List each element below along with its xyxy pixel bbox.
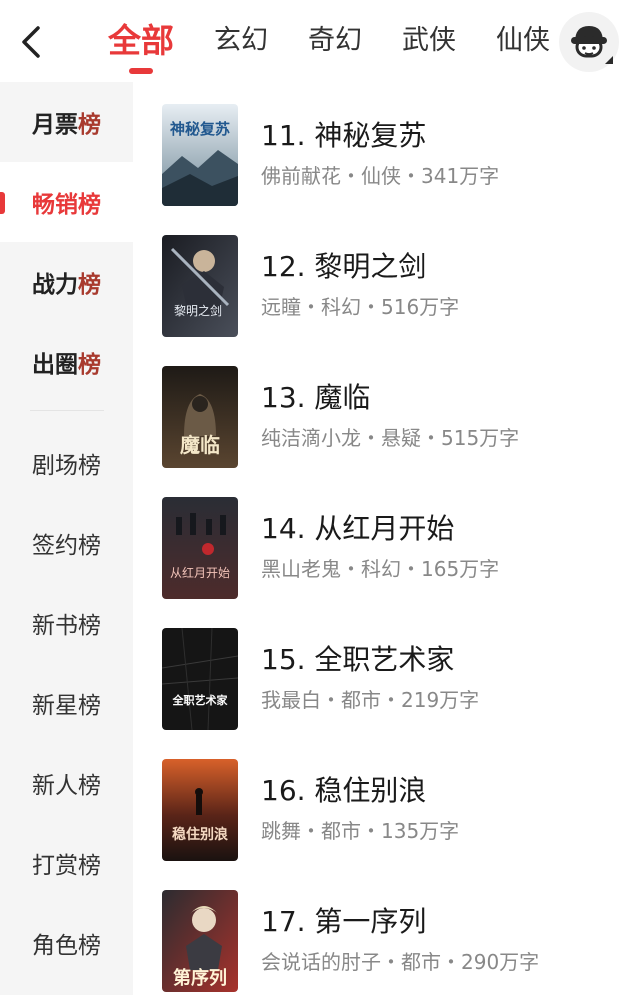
sidebar-item-suffix: 榜 (78, 272, 101, 298)
tab-xuanhuan[interactable]: 玄幻 (214, 0, 268, 82)
active-tab-indicator (129, 68, 153, 74)
user-avatar-icon (571, 26, 613, 64)
book-cover[interactable]: 全职艺术家 (162, 628, 238, 730)
book-title: 11. 神秘复苏 (261, 119, 427, 152)
book-list-item[interactable]: 神秘复苏 11. 神秘复苏 佛前献花・仙侠・341万字 (162, 104, 632, 206)
cover-title: 神秘复苏 (170, 120, 230, 138)
sidebar-item-signed[interactable]: 签约榜 (0, 503, 133, 583)
sidebar-item-suffix: 榜 (78, 192, 101, 218)
book-list-item[interactable]: 稳住别浪 16. 稳住别浪 跳舞・都市・135万字 (162, 759, 632, 861)
chevron-left-icon (22, 26, 40, 58)
sidebar-item-bestseller[interactable]: 畅销榜 (0, 162, 133, 242)
book-meta: 我最白・都市・219万字 (261, 688, 480, 712)
tab-all[interactable]: 全部 (108, 0, 174, 82)
book-list-item[interactable]: 第序列 17. 第一序列 会说话的肘子・都市・290万字 (162, 890, 632, 992)
book-cover[interactable]: 神秘复苏 (162, 104, 238, 206)
sidebar-item-suffix: 榜 (78, 112, 101, 138)
book-title: 15. 全职艺术家 (261, 643, 455, 676)
book-list-item[interactable]: 黎明之剑 12. 黎明之剑 远瞳・科幻・516万字 (162, 235, 632, 337)
book-meta: 纯洁滴小龙・悬疑・515万字 (261, 426, 520, 450)
cover-title: 从红月开始 (170, 565, 230, 580)
book-title: 17. 第一序列 (261, 905, 427, 938)
sidebar-item-suffix: 榜 (78, 352, 101, 378)
tab-qihuan-label: 奇幻 (308, 25, 362, 56)
sidebar-item-new-star[interactable]: 新星榜 (0, 663, 133, 743)
sidebar-item-label: 新书榜 (32, 613, 101, 639)
sidebar-item-label: 新星榜 (32, 693, 101, 719)
sidebar-item-monthly-ticket[interactable]: 月票榜 (0, 82, 133, 162)
book-meta: 黑山老鬼・科幻・165万字 (261, 557, 500, 581)
tab-xianxia[interactable]: 仙侠 (496, 0, 550, 82)
sidebar-item-newcomer[interactable]: 新人榜 (0, 743, 133, 823)
sidebar-item-label: 签约榜 (32, 533, 101, 559)
book-list-item[interactable]: 从红月开始 14. 从红月开始 黑山老鬼・科幻・165万字 (162, 497, 632, 599)
sidebar-item-new-book[interactable]: 新书榜 (0, 583, 133, 663)
sidebar-item-breakout[interactable]: 出圈榜 (0, 322, 133, 402)
sidebar-item-tips[interactable]: 打赏榜 (0, 823, 133, 903)
sidebar-item-label: 月票 (32, 112, 78, 138)
sidebar-item-label: 角色榜 (32, 933, 101, 959)
tab-wuxia[interactable]: 武侠 (402, 0, 456, 82)
book-meta: 跳舞・都市・135万字 (261, 819, 460, 843)
tab-all-label: 全部 (108, 21, 174, 60)
book-cover[interactable]: 从红月开始 (162, 497, 238, 599)
book-title: 16. 稳住别浪 (261, 774, 427, 807)
tab-xuanhuan-label: 玄幻 (214, 25, 268, 56)
book-cover[interactable]: 黎明之剑 (162, 235, 238, 337)
book-title: 13. 魔临 (261, 381, 371, 414)
sidebar-item-label: 打赏榜 (32, 853, 101, 879)
cover-title: 第序列 (173, 967, 227, 989)
book-title: 12. 黎明之剑 (261, 250, 427, 283)
tab-xianxia-label: 仙侠 (496, 25, 550, 56)
category-tabs: 全部 玄幻 奇幻 武侠 仙侠 (108, 0, 590, 82)
book-cover[interactable]: 稳住别浪 (162, 759, 238, 861)
tab-wuxia-label: 武侠 (402, 25, 456, 56)
back-button[interactable] (14, 22, 50, 62)
cover-title: 魔临 (180, 433, 220, 457)
book-list-item[interactable]: 魔临 13. 魔临 纯洁滴小龙・悬疑・515万字 (162, 366, 632, 468)
sidebar-item-theater[interactable]: 剧场榜 (0, 423, 133, 503)
ranking-sidebar: 月票榜 畅销榜 战力榜 出圈榜 剧场榜 签约榜 新书榜 新星榜 新人榜 打赏榜 … (0, 82, 133, 995)
cover-title: 稳住别浪 (172, 826, 228, 843)
sidebar-item-label: 战力 (32, 272, 78, 298)
sidebar-divider (30, 410, 104, 411)
cover-title: 全职艺术家 (172, 693, 229, 707)
book-list-item[interactable]: 全职艺术家 15. 全职艺术家 我最白・都市・219万字 (162, 628, 632, 730)
sidebar-item-label: 出圈 (32, 352, 78, 378)
active-item-indicator (0, 192, 5, 214)
sidebar-item-power[interactable]: 战力榜 (0, 242, 133, 322)
sidebar-item-label: 剧场榜 (32, 453, 101, 479)
tab-qihuan[interactable]: 奇幻 (308, 0, 362, 82)
cover-title: 黎明之剑 (174, 303, 222, 318)
book-cover[interactable]: 魔临 (162, 366, 238, 468)
top-bar: 全部 玄幻 奇幻 武侠 仙侠 (0, 0, 640, 82)
user-avatar-button[interactable] (559, 12, 619, 72)
book-meta: 会说话的肘子・都市・290万字 (261, 950, 540, 974)
sidebar-item-label: 畅销 (32, 192, 78, 218)
book-title: 14. 从红月开始 (261, 512, 455, 545)
sidebar-item-character[interactable]: 角色榜 (0, 903, 133, 983)
book-meta: 远瞳・科幻・516万字 (261, 295, 460, 319)
book-meta: 佛前献花・仙侠・341万字 (261, 164, 500, 188)
book-cover[interactable]: 第序列 (162, 890, 238, 992)
sidebar-item-label: 新人榜 (32, 773, 101, 799)
